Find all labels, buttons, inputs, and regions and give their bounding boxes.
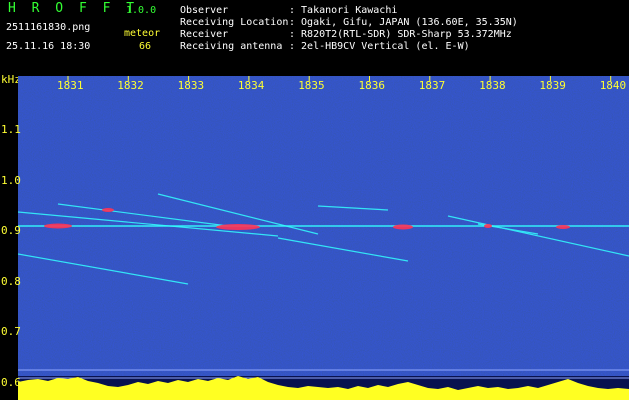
echo-spot (102, 208, 114, 212)
x-tick-label: 1831 (57, 79, 84, 92)
info-label-receiver: Receiver (180, 29, 229, 40)
header-panel: H R O F F T 1.0.0 2511161830.png 25.11.1… (0, 0, 629, 75)
echo-spot (393, 224, 413, 230)
app-name: H R O F F T (8, 1, 139, 16)
x-tick-label: 1835 (298, 79, 325, 92)
x-tick-label: 1832 (117, 79, 144, 92)
x-tick-label: 1838 (479, 79, 506, 92)
meteor-count: 66 (139, 41, 152, 52)
x-tick-label: 1833 (177, 79, 205, 92)
y-tick-label: 0.8 (1, 274, 21, 288)
observation-datetime: 25.11.16 18:30 (6, 41, 91, 52)
x-tick-label: 1837 (418, 79, 446, 92)
mode-label: meteor (124, 28, 161, 39)
info-value-observer: : Takanori Kawachi (289, 5, 398, 16)
info-value-receiver: : R820T2(RTL-SDR) SDR-Sharp 53.372MHz (289, 29, 512, 40)
echo-spot (484, 224, 492, 228)
y-tick-label: 1.0 (1, 173, 21, 187)
image-filename: 2511161830.png (6, 22, 91, 33)
info-label-location: Receiving Location (180, 17, 289, 28)
app-version: 1.0.0 (126, 5, 157, 16)
x-tick-label: 1836 (358, 79, 386, 92)
x-tick-label: 1840 (599, 79, 627, 92)
spectrogram (18, 76, 629, 400)
info-label-observer: Observer (180, 5, 229, 16)
info-value-location: : Ogaki, Gifu, JAPAN (136.60E, 35.35N) (289, 17, 518, 28)
x-tick-label: 1834 (237, 79, 265, 92)
echo-spot (216, 224, 260, 230)
info-label-antenna: Receiving antenna (180, 41, 283, 52)
info-value-antenna: : 2el-HB9CV Vertical (el. E-W) (289, 41, 470, 52)
y-tick-label: 1.1 (1, 123, 21, 136)
y-tick-label: 0.6 (1, 375, 21, 389)
x-tick-label: 1839 (539, 79, 566, 92)
y-tick-label: 0.9 (1, 224, 21, 237)
echo-spot (556, 225, 570, 229)
echo-spot (44, 223, 72, 229)
y-tick-label: 0.7 (1, 325, 21, 338)
